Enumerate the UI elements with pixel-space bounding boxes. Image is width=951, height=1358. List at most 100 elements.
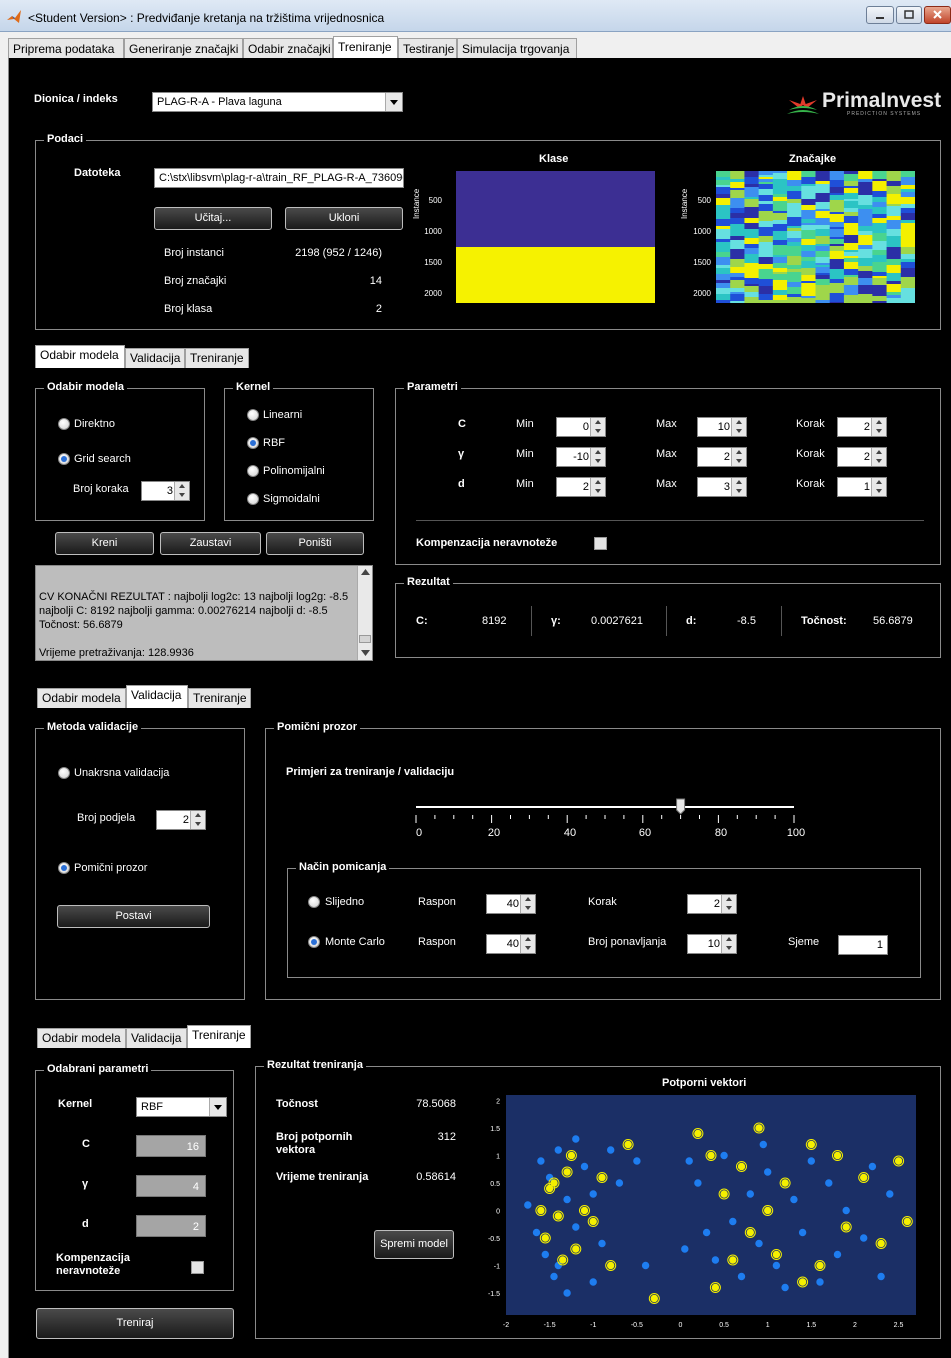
heatmap-cell [744,244,760,248]
load-button[interactable]: Učitaj... [154,207,272,230]
tab-treniranje[interactable]: Treniranje [333,36,398,60]
klase-ytick: 2000 [424,289,442,298]
heatmap-cell [730,188,746,190]
spin-arrows-icon[interactable] [871,478,886,496]
ratio-slider[interactable] [412,795,802,829]
broj-koraka-value: 3 [166,485,173,497]
heatmap-cell [716,300,731,303]
spin-arrows-icon[interactable] [721,935,736,953]
postavi-button[interactable]: Postavi [57,905,210,928]
gamma-min-stepper[interactable]: -10 [556,447,606,467]
stock-select[interactable]: PLAG-R-A - Plava laguna [152,92,403,112]
subtab-treniranje[interactable]: Treniranje [188,688,251,708]
tab-priprema-podataka[interactable]: Priprema podataka [8,38,124,59]
gamma-max-stepper[interactable]: 2 [697,447,747,467]
subtab-odabir-modela[interactable]: Odabir modela [37,688,126,708]
heatmap-cell [758,177,774,179]
tab-testiranje[interactable]: Testiranje [398,38,457,59]
slider-thumb[interactable] [676,798,686,815]
point-class-a [816,1278,824,1286]
radio-rbf[interactable] [247,437,259,449]
c-step-stepper[interactable]: 2 [837,417,887,437]
subtab-treniranje[interactable]: Treniranje [185,348,249,368]
minimize-button[interactable] [866,6,894,24]
scroll-thumb[interactable] [359,635,371,643]
radio-direktno[interactable] [58,418,70,430]
tab-simulacija-trgovanja[interactable]: Simulacija trgovanja [457,38,577,59]
kernel-select[interactable]: RBF [136,1097,227,1117]
radio-pomicni-prozor[interactable] [58,862,70,874]
gamma-step-stepper[interactable]: 2 [837,447,887,467]
cancel-button[interactable]: Poništi [266,532,364,555]
log-scrollbar[interactable] [357,566,372,660]
d-step-stepper[interactable]: 1 [837,477,887,497]
heatmap-cell [886,171,902,181]
heatmap-cell [744,297,760,303]
spin-arrows-icon[interactable] [590,418,605,436]
korak-label: Korak [796,448,825,460]
remove-button[interactable]: Ukloni [285,207,403,230]
spin-arrows-icon[interactable] [190,811,205,829]
radio-monte-carlo[interactable] [308,936,320,948]
broj-podjela-stepper[interactable]: 2 [156,810,206,830]
subtab-treniranje[interactable]: Treniranje [187,1025,251,1048]
broj-koraka-stepper[interactable]: 3 [141,481,190,501]
sel-imbalance-checkbox[interactable] [191,1261,204,1274]
spin-arrows-icon[interactable] [721,895,736,913]
c-max-value: 10 [717,421,730,433]
subtab-odabir-modela[interactable]: Odabir modela [35,345,125,368]
c-min-stepper[interactable]: 0 [556,417,606,437]
start-button[interactable]: Kreni [55,532,154,555]
spin-arrows-icon[interactable] [590,448,605,466]
sel-gamma-value[interactable]: 4 [136,1175,206,1197]
radio-polinomijalni[interactable] [247,465,259,477]
spin-arrows-icon[interactable] [871,448,886,466]
heatmap-cell [744,218,760,221]
heatmap-cell [900,204,915,208]
sel-c-value[interactable]: 16 [136,1135,206,1157]
radio-slijedno[interactable] [308,896,320,908]
close-button[interactable] [924,6,951,24]
datoteka-field[interactable]: C:\stx\libsvm\plag-r-a\train_RF_PLAG-R-A… [154,168,404,188]
spin-arrows-icon[interactable] [731,418,746,436]
stop-button[interactable]: Zaustavi [160,532,261,555]
d-min-stepper[interactable]: 2 [556,477,606,497]
tab-generiranje-znacajki[interactable]: Generiranje značajki [124,38,243,59]
subtab-validacija[interactable]: Validacija [125,348,185,368]
y-tick-label: 2 [496,1099,500,1106]
radio-grid-search[interactable] [58,453,70,465]
save-model-button[interactable]: Spremi model [374,1230,454,1259]
log-textarea[interactable]: CV KONAČNI REZULTAT : najbolji log2c: 13… [35,565,373,661]
seq-raspon-stepper[interactable]: 40 [486,894,536,914]
spin-arrows-icon[interactable] [520,935,535,953]
spin-arrows-icon[interactable] [174,482,189,500]
heatmap-cell [801,268,817,275]
spin-arrows-icon[interactable] [590,478,605,496]
radio-unakrsna-validacija[interactable] [58,767,70,779]
subtab-validacija[interactable]: Validacija [126,685,188,708]
scroll-down-icon[interactable] [361,650,370,656]
scroll-up-icon[interactable] [361,569,370,575]
mc-raspon-stepper[interactable]: 40 [486,934,536,954]
radio-linearni[interactable] [247,409,259,421]
heatmap-cell [872,288,888,296]
tab-odabir-znacajki[interactable]: Odabir značajki [243,38,333,59]
d-max-stepper[interactable]: 3 [697,477,747,497]
subtab-validacija[interactable]: Validacija [126,1028,187,1048]
spin-arrows-icon[interactable] [871,418,886,436]
znacajke-heatmap [716,171,915,303]
sjeme-field[interactable]: 1 [838,935,888,955]
subtab-odabir-modela[interactable]: Odabir modela [37,1028,126,1048]
c-max-stepper[interactable]: 10 [697,417,747,437]
mc-ponavljanja-stepper[interactable]: 10 [687,934,737,954]
radio-sigmoidalni[interactable] [247,493,259,505]
spin-arrows-icon[interactable] [731,448,746,466]
treniraj-button[interactable]: Treniraj [36,1308,234,1339]
imbalance-checkbox[interactable] [594,537,607,550]
spin-arrows-icon[interactable] [731,478,746,496]
spin-arrows-icon[interactable] [520,895,535,913]
seq-korak-stepper[interactable]: 2 [687,894,737,914]
sel-d-value[interactable]: 2 [136,1215,206,1237]
heatmap-cell [758,179,774,182]
maximize-button[interactable] [896,6,922,24]
